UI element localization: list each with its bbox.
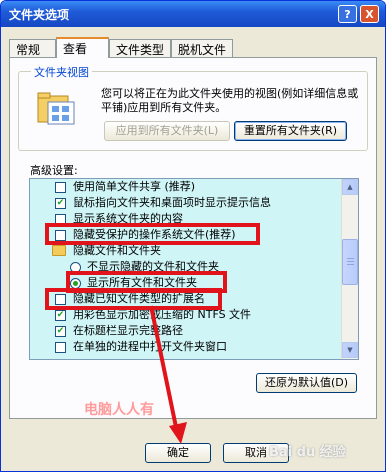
red-arrow-icon: [149, 305, 187, 444]
folder-options-dialog: 文件夹选项 ? X 常规 查看 文件类型 脱机文件 文件夹视图 您可以将正在为此…: [0, 0, 386, 472]
tab-view[interactable]: 查看: [56, 37, 109, 58]
